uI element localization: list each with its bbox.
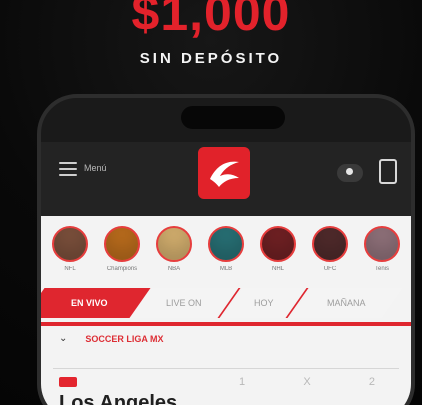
tab-today-label: HOY bbox=[254, 298, 274, 308]
sport-item[interactable]: UFC bbox=[309, 226, 351, 272]
odds-draw[interactable]: X bbox=[303, 376, 310, 388]
promo-canvas: $1,000 SIN DEPÓSITO Menú NFL Champions N… bbox=[0, 0, 422, 405]
sport-label: Champions bbox=[106, 266, 138, 272]
odds-row: 1 X 2 bbox=[239, 376, 375, 388]
sport-item[interactable]: MLB bbox=[205, 226, 247, 272]
app-header: Menú bbox=[41, 142, 411, 217]
ticket-icon[interactable] bbox=[379, 159, 397, 184]
app-body: NFL Champions NBA MLB NHL UFC Tenis EN V… bbox=[41, 216, 411, 405]
live-badge bbox=[59, 377, 77, 387]
event-divider bbox=[53, 368, 399, 369]
brand-logo[interactable] bbox=[198, 147, 250, 199]
sport-avatar bbox=[208, 226, 244, 262]
sport-avatar bbox=[52, 226, 88, 262]
tab-tomorrow-label: MAÑANA bbox=[326, 298, 366, 308]
sport-item[interactable]: Tenis bbox=[361, 226, 403, 272]
menu-icon[interactable] bbox=[59, 162, 77, 176]
promo-subheadline: SIN DEPÓSITO bbox=[139, 50, 283, 67]
sport-label: NHL bbox=[271, 266, 284, 272]
sport-label: NBA bbox=[167, 266, 181, 272]
sport-item[interactable]: NBA bbox=[153, 226, 195, 272]
promo-headline: $1,000 bbox=[131, 0, 291, 41]
sections-tabs: EN VIVO LIVE ON HOY MAÑANA bbox=[41, 288, 411, 326]
sport-item[interactable]: NFL bbox=[49, 226, 91, 272]
tab-live-label: EN VIVO bbox=[71, 298, 108, 308]
odds-away[interactable]: 2 bbox=[369, 376, 375, 388]
menu-label: Menú bbox=[84, 163, 107, 173]
sport-label: NFL bbox=[64, 266, 76, 272]
odds-home[interactable]: 1 bbox=[239, 376, 245, 388]
phone-notch bbox=[181, 106, 285, 129]
chevron-down-icon: ⌄ bbox=[59, 333, 68, 344]
sport-label: Tenis bbox=[374, 266, 389, 272]
tab-tomorrow[interactable]: MAÑANA bbox=[289, 288, 403, 318]
sport-avatar bbox=[104, 226, 140, 262]
event-team[interactable]: Los Angeles bbox=[59, 392, 177, 405]
user-icon[interactable] bbox=[337, 164, 363, 182]
league-title: SOCCER LIGA MX bbox=[85, 334, 164, 344]
tab-live-on-label: LIVE ON bbox=[166, 298, 202, 308]
phone-mockup: Menú NFL Champions NBA MLB NHL UFC Tenis… bbox=[37, 94, 415, 405]
sport-avatar bbox=[312, 226, 348, 262]
sport-avatar bbox=[364, 226, 400, 262]
sport-item[interactable]: Champions bbox=[101, 226, 143, 272]
sport-label: MLB bbox=[219, 266, 233, 272]
sport-label: UFC bbox=[323, 266, 337, 272]
sport-item[interactable]: NHL bbox=[257, 226, 299, 272]
league-header[interactable]: ⌄ SOCCER LIGA MX bbox=[59, 331, 164, 347]
sport-avatar bbox=[156, 226, 192, 262]
sports-carousel: NFL Champions NBA MLB NHL UFC Tenis bbox=[49, 226, 411, 272]
sport-avatar bbox=[260, 226, 296, 262]
